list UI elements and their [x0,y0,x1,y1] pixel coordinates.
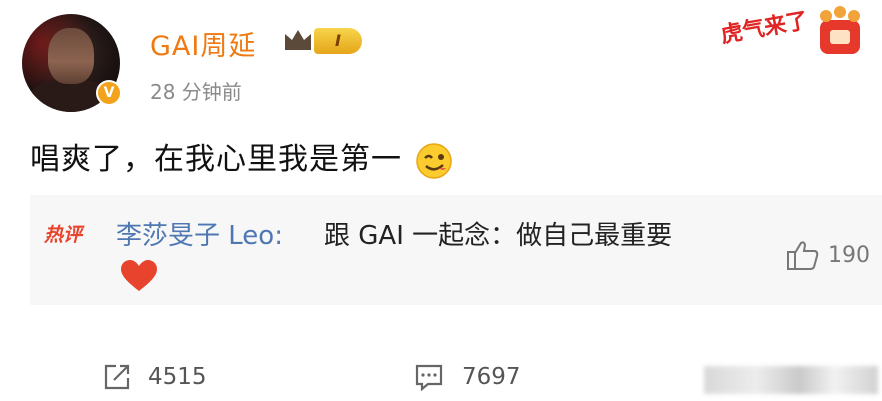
comment-count[interactable]: 7697 [462,364,521,390]
post-text: 唱爽了，在我心里我是第一 [30,134,453,180]
hot-comment-tag: 热评 [44,224,83,246]
verified-badge-icon: V [96,80,122,106]
comment-like-count: 190 [828,243,870,268]
post-timestamp: 28 分钟前 [150,80,242,104]
share-icon[interactable] [102,362,132,392]
username[interactable]: GAI周延 [150,24,256,63]
wink-emoji-icon [415,142,452,179]
repost-count[interactable]: 4515 [148,364,207,390]
comment-text: 跟 GAI 一起念：做自己最重要 [324,221,673,251]
festival-sticker: 虎气来了 [718,8,810,49]
avatar-head [48,28,94,84]
post-text-content: 唱爽了，在我心里我是第一 [30,142,402,177]
blurred-like-area [704,366,878,394]
comment-icon[interactable] [414,362,444,392]
tiger-paw-icon [820,6,860,54]
thumbs-up-icon[interactable] [786,239,820,271]
level-badge: I [314,28,362,54]
comment-author[interactable]: 李莎旻子 Leo: [116,215,283,252]
hot-comment[interactable]: 热评 李莎旻子 Leo: 跟 GAI 一起念：做自己最重要 190 [30,195,882,305]
heart-icon [121,260,157,291]
crown-icon [285,30,311,50]
